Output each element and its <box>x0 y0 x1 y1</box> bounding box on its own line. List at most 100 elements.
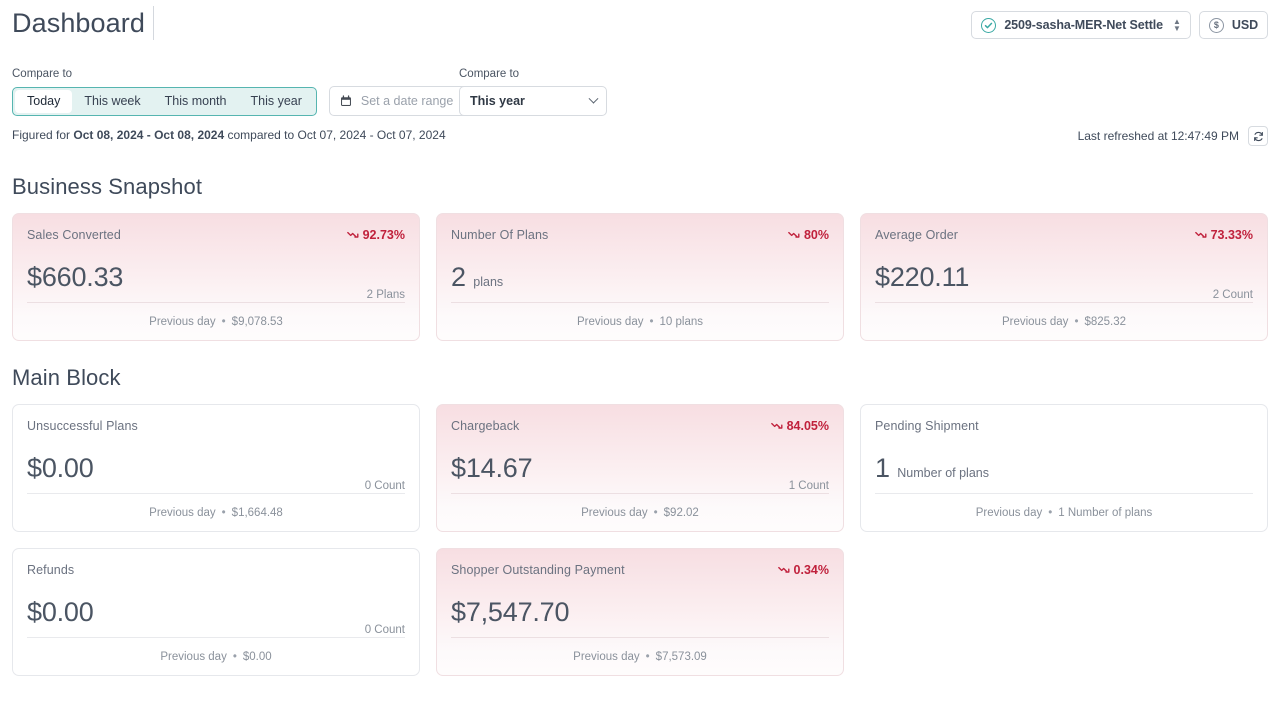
metric-card-title: Sales Converted <box>27 228 121 242</box>
range-filter-group: Compare to Today This week This month Th… <box>12 68 494 116</box>
check-circle-icon <box>981 17 997 33</box>
segment-this-month[interactable]: This month <box>153 90 239 113</box>
segment-today[interactable]: Today <box>15 89 73 113</box>
separator-dot: • <box>1074 315 1079 328</box>
metric-unit: 0 Count <box>364 624 405 636</box>
currency-selector[interactable]: $ USD <box>1198 11 1268 39</box>
compare-to-select[interactable]: This year <box>459 86 607 116</box>
metric-value: 2 <box>451 262 466 292</box>
range-segmented-control[interactable]: Today This week This month This year <box>12 86 317 116</box>
footer-value: $92.02 <box>663 506 699 519</box>
footer-value: $9,078.53 <box>231 315 283 328</box>
trend-value: 73.33% <box>1210 228 1253 242</box>
footer-value: $0.00 <box>242 650 272 663</box>
trend-badge: 92.73% <box>346 228 405 242</box>
metric-unit: 1 Count <box>788 480 829 492</box>
metric-card[interactable]: Shopper Outstanding Payment 0.34% $7,547… <box>436 548 844 676</box>
refresh-area: Last refreshed at 12:47:49 PM <box>1078 126 1268 146</box>
metric-card[interactable]: Number Of Plans 80% 2 plans Previous day… <box>436 213 844 341</box>
metric-card-footer: Previous day • $0.00 <box>27 637 405 675</box>
metric-card-footer: Previous day • $7,573.09 <box>451 637 829 675</box>
separator-dot: • <box>645 650 650 663</box>
metric-card[interactable]: Unsuccessful Plans $0.00 0 Count Previou… <box>12 404 420 532</box>
section-title: Main Block <box>12 365 121 390</box>
date-range-placeholder: Set a date range <box>360 94 454 108</box>
metric-card-title: Chargeback <box>451 419 520 433</box>
trending-down-icon <box>788 231 800 238</box>
compare-to-select-value: This year <box>470 94 525 108</box>
compare-filter-group: Compare to This year <box>459 68 607 116</box>
metric-unit: 2 Plans <box>366 289 405 301</box>
dashboard-page: Dashboard 2509-sasha-MER-Net Settle ▲ ▼ $… <box>0 0 1280 720</box>
separator-dot: • <box>653 506 658 519</box>
footer-value: $1,664.48 <box>231 506 283 519</box>
last-refreshed-text: Last refreshed at 12:47:49 PM <box>1077 129 1239 143</box>
figured-middle: compared to <box>227 128 295 142</box>
snapshot-card-grid: Sales Converted 92.73% $660.33 2 Plans P… <box>12 213 1268 341</box>
trending-down-icon <box>1194 231 1207 238</box>
segment-this-year[interactable]: This year <box>238 90 313 113</box>
refresh-button[interactable] <box>1248 126 1268 146</box>
metric-value: $0.00 <box>27 597 94 627</box>
chevron-down-icon <box>588 93 599 104</box>
compare-to-label-right: Compare to <box>459 68 520 80</box>
metric-card[interactable]: Chargeback 84.05% $14.67 1 Count Previou… <box>436 404 844 532</box>
main-block-card-grid: Unsuccessful Plans $0.00 0 Count Previou… <box>12 404 1268 676</box>
metric-value: $220.11 <box>875 262 970 292</box>
metric-card-footer: Previous day • $92.02 <box>451 493 829 531</box>
metric-card[interactable]: Refunds $0.00 0 Count Previous day • $0.… <box>12 548 420 676</box>
footer-value: 10 plans <box>659 315 703 328</box>
separator-dot: • <box>1048 506 1053 519</box>
trend-badge: 73.33% <box>1194 228 1253 242</box>
metric-card[interactable]: Average Order 73.33% $220.11 2 Count Pre… <box>860 213 1268 341</box>
metric-card-footer: Previous day • $825.32 <box>875 302 1253 340</box>
footer-value: $7,573.09 <box>655 650 707 663</box>
figured-primary-range: Oct 08, 2024 - Oct 08, 2024 <box>73 128 225 142</box>
metric-card-title: Number Of Plans <box>451 228 549 242</box>
segment-this-week[interactable]: This week <box>72 90 152 113</box>
figured-secondary-range: Oct 07, 2024 - Oct 07, 2024 <box>297 128 446 142</box>
sections-container: Business Snapshot Sales Converted 92.73% <box>12 174 1268 676</box>
footer-label: Previous day <box>160 650 227 663</box>
page-header: Dashboard 2509-sasha-MER-Net Settle ▲ ▼ $… <box>12 0 1268 52</box>
account-selector-label: 2509-sasha-MER-Net Settle <box>1004 18 1163 32</box>
footer-value: 1 Number of plans <box>1058 506 1153 519</box>
metric-value: $660.33 <box>27 262 124 292</box>
trending-down-icon <box>770 422 783 429</box>
metric-card-footer: Previous day • $1,664.48 <box>27 493 405 531</box>
trend-value: 0.34% <box>793 563 829 577</box>
footer-label: Previous day <box>149 315 216 328</box>
compare-to-label-left: Compare to <box>12 68 73 80</box>
stepper-icon: ▲ ▼ <box>1172 17 1181 33</box>
trend-value: 84.05% <box>786 419 829 433</box>
dollar-circle-icon: $ <box>1208 17 1224 33</box>
metric-card-title: Pending Shipment <box>875 419 979 433</box>
figured-row: Figured for Oct 08, 2024 - Oct 08, 2024 … <box>12 126 1268 150</box>
metric-unit: 0 Count <box>364 480 405 492</box>
trending-down-icon <box>777 566 790 573</box>
footer-label: Previous day <box>577 315 644 328</box>
metric-unit: plans <box>473 275 504 289</box>
footer-label: Previous day <box>581 506 648 519</box>
metric-value: $14.67 <box>451 453 533 483</box>
calendar-icon <box>340 95 351 106</box>
separator-dot: • <box>221 506 226 519</box>
footer-label: Previous day <box>1001 315 1069 328</box>
metric-card-title: Shopper Outstanding Payment <box>451 563 625 577</box>
footer-label: Previous day <box>573 650 640 663</box>
trend-badge: 80% <box>788 228 829 242</box>
page-title: Dashboard <box>12 6 154 40</box>
metric-card[interactable]: Pending Shipment 1 Number of plans Previ… <box>860 404 1268 532</box>
metric-value: $7,547.70 <box>451 597 570 627</box>
metric-card[interactable]: Sales Converted 92.73% $660.33 2 Plans P… <box>12 213 420 341</box>
metric-unit: Number of plans <box>897 466 989 480</box>
metric-card-title: Unsuccessful Plans <box>27 419 138 433</box>
trending-down-icon <box>346 231 359 238</box>
trend-badge: 84.05% <box>770 419 829 433</box>
footer-value: $825.32 <box>1084 315 1127 328</box>
metric-card-footer: Previous day • 1 Number of plans <box>875 493 1253 531</box>
metric-card-footer: Previous day • 10 plans <box>451 302 829 340</box>
metric-card-title: Refunds <box>27 563 75 577</box>
account-selector[interactable]: 2509-sasha-MER-Net Settle ▲ ▼ <box>971 11 1191 39</box>
metric-value: $0.00 <box>27 453 94 483</box>
